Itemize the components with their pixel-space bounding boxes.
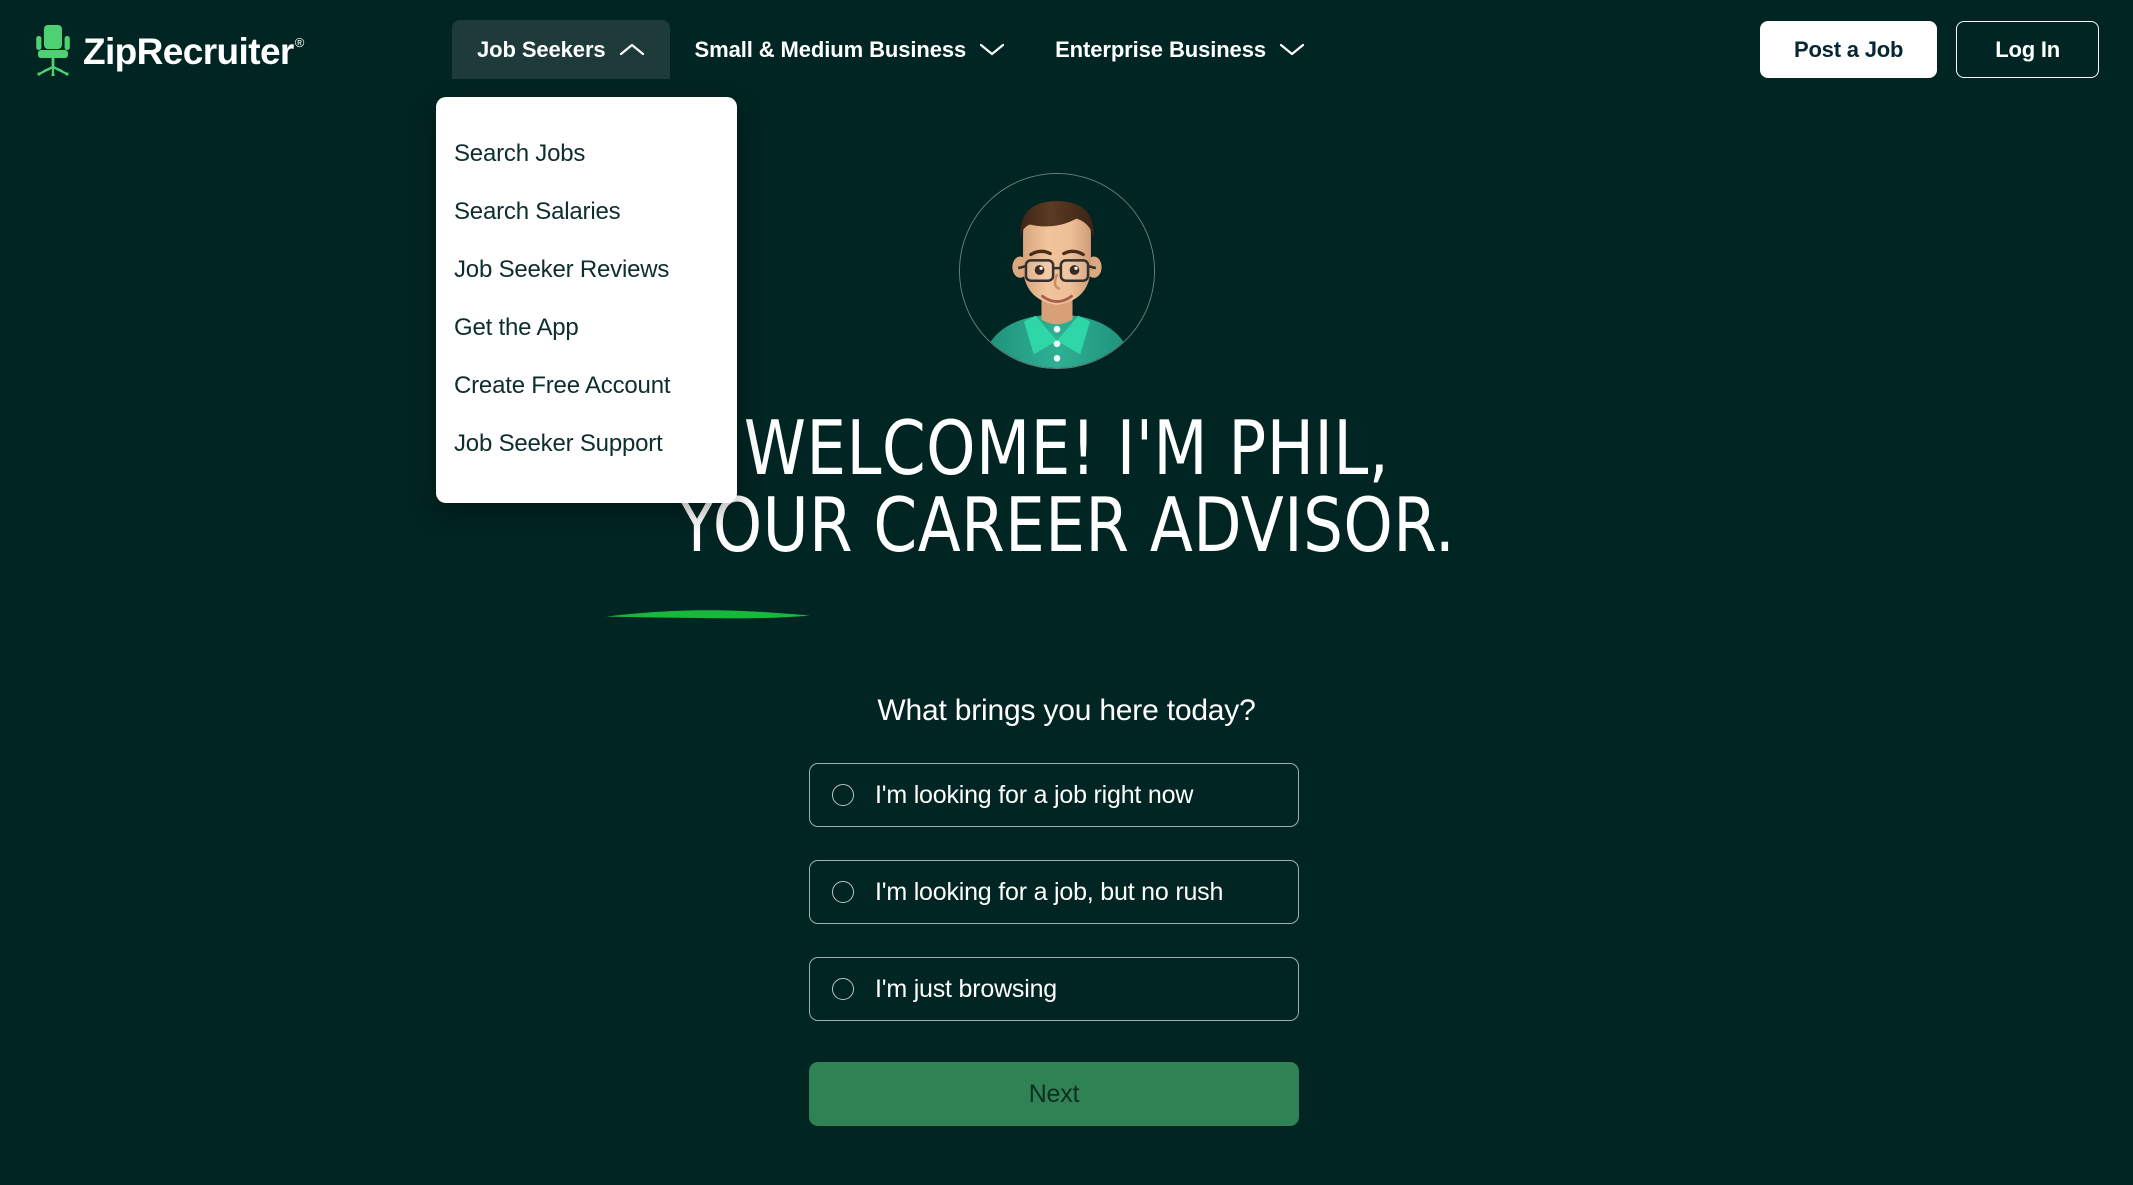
advisor-avatar bbox=[959, 173, 1155, 369]
intent-options-group: I'm looking for a job right now I'm look… bbox=[809, 763, 1299, 1054]
site-header: ZipRecruiter® Job Seekers Small & Medium… bbox=[0, 0, 2133, 98]
menu-item-search-jobs[interactable]: Search Jobs bbox=[436, 125, 737, 183]
nav-item-small-medium-business[interactable]: Small & Medium Business bbox=[670, 20, 1031, 79]
menu-item-job-seeker-support[interactable]: Job Seeker Support bbox=[436, 415, 737, 473]
menu-item-get-the-app[interactable]: Get the App bbox=[436, 299, 737, 357]
logo-wordmark: ZipRecruiter® bbox=[83, 30, 305, 72]
headline-line-2: YOUR CAREER ADVISOR. bbox=[677, 481, 1456, 570]
nav-item-job-seekers[interactable]: Job Seekers bbox=[452, 20, 670, 79]
option-just-browsing[interactable]: I'm just browsing bbox=[809, 957, 1299, 1021]
menu-item-job-seeker-reviews[interactable]: Job Seeker Reviews bbox=[436, 241, 737, 299]
nav-item-enterprise-business[interactable]: Enterprise Business bbox=[1030, 20, 1330, 79]
headline-line-1: WELCOME! I'M PHIL, bbox=[743, 404, 1390, 492]
option-label: I'm looking for a job, but no rush bbox=[875, 877, 1224, 906]
form-question: What brings you here today? bbox=[877, 694, 1256, 727]
chevron-up-icon bbox=[619, 37, 645, 63]
primary-nav: Job Seekers Small & Medium Business Ente… bbox=[452, 20, 1330, 80]
option-looking-no-rush[interactable]: I'm looking for a job, but no rush bbox=[809, 860, 1299, 924]
log-in-button[interactable]: Log In bbox=[1956, 21, 2099, 78]
next-button[interactable]: Next bbox=[809, 1062, 1299, 1126]
radio-icon[interactable] bbox=[832, 784, 854, 806]
ziprecruiter-logo[interactable]: ZipRecruiter® bbox=[33, 22, 305, 78]
radio-icon[interactable] bbox=[832, 978, 854, 1000]
chevron-down-icon bbox=[1279, 37, 1305, 63]
registered-mark: ® bbox=[294, 35, 305, 51]
hero-section: WELCOME! I'M PHIL, YOUR CAREER ADVISOR. … bbox=[0, 0, 2133, 1185]
green-brushstroke-underline bbox=[604, 607, 812, 621]
header-actions: Post a Job Log In bbox=[1759, 21, 2099, 78]
radio-icon[interactable] bbox=[832, 881, 854, 903]
menu-item-create-free-account[interactable]: Create Free Account bbox=[436, 357, 737, 415]
nav-label: Job Seekers bbox=[477, 36, 606, 62]
page-title: WELCOME! I'M PHIL, YOUR CAREER ADVISOR. bbox=[75, 409, 2059, 570]
nav-label: Small & Medium Business bbox=[694, 36, 967, 62]
menu-item-search-salaries[interactable]: Search Salaries bbox=[436, 183, 737, 241]
chevron-down-icon bbox=[979, 37, 1005, 63]
option-looking-now[interactable]: I'm looking for a job right now bbox=[809, 763, 1299, 827]
office-chair-icon bbox=[33, 24, 73, 76]
nav-label: Enterprise Business bbox=[1055, 36, 1266, 62]
job-seekers-dropdown-menu: Search Jobs Search Salaries Job Seeker R… bbox=[436, 97, 737, 503]
post-a-job-button[interactable]: Post a Job bbox=[1759, 21, 1938, 78]
option-label: I'm looking for a job right now bbox=[875, 780, 1194, 809]
option-label: I'm just browsing bbox=[875, 974, 1057, 1003]
